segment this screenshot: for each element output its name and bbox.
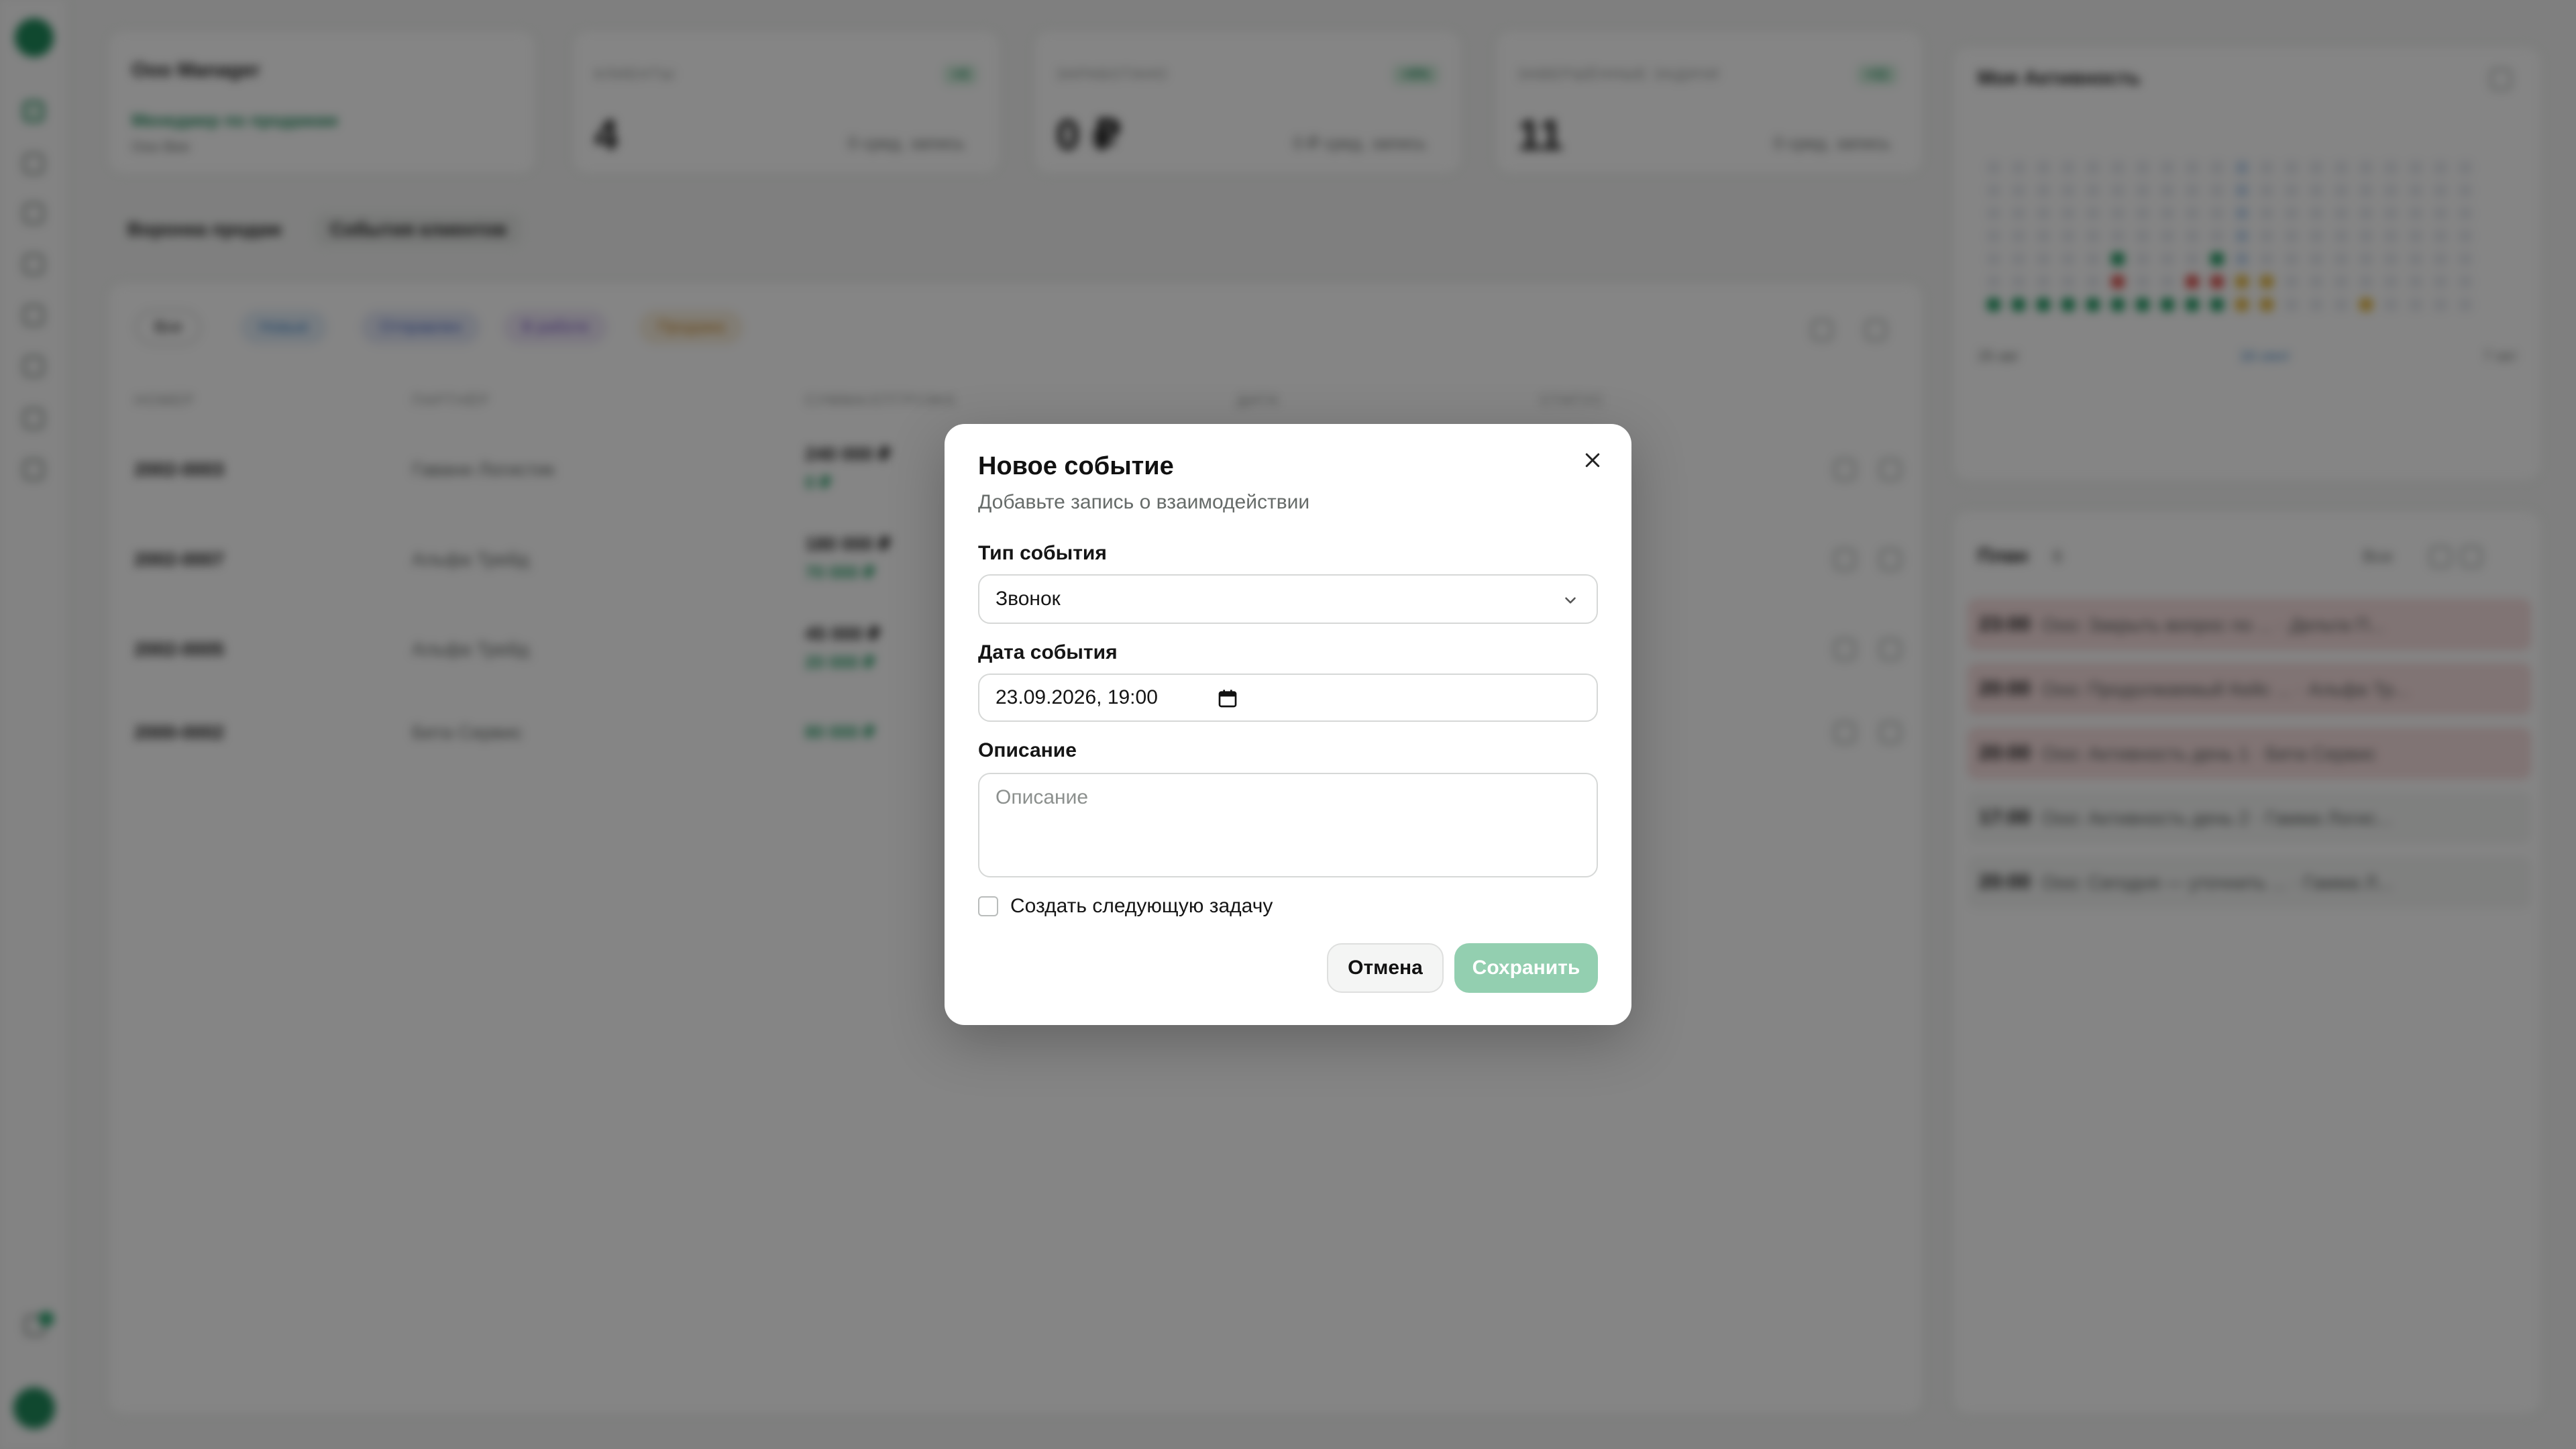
cancel-button[interactable]: Отмена: [1327, 943, 1444, 993]
close-dialog-button[interactable]: [1566, 435, 1619, 488]
create-next-task-label[interactable]: Создать следующую задачу: [1010, 895, 1273, 918]
event-type-value: Звонок: [996, 588, 1061, 610]
calendar-icon[interactable]: [1217, 688, 1238, 712]
event-date-label: Дата события: [978, 641, 1118, 663]
event-date-input[interactable]: 23.09.2026, 19:00: [978, 674, 1598, 722]
new-event-dialog: Новое событие Добавьте запись о взаимоде…: [945, 424, 1631, 1025]
save-button[interactable]: Сохранить: [1454, 943, 1598, 993]
event-date-value: 23.09.2026, 19:00: [996, 686, 1158, 708]
event-type-select[interactable]: Звонок: [978, 574, 1598, 624]
dialog-subtitle: Добавьте запись о взаимодействии: [978, 491, 1310, 513]
page: Ooo Manager Менеджер по продажам Ooo Bee…: [0, 0, 2576, 1449]
description-textarea[interactable]: Описание: [978, 773, 1598, 877]
description-placeholder: Описание: [996, 786, 1089, 808]
create-next-task-checkbox[interactable]: [978, 896, 998, 916]
chevron-down-icon: [1562, 592, 1579, 612]
dialog-title: Новое событие: [978, 452, 1174, 480]
close-icon: [1582, 450, 1603, 474]
event-type-label: Тип события: [978, 542, 1107, 564]
description-label: Описание: [978, 739, 1077, 761]
